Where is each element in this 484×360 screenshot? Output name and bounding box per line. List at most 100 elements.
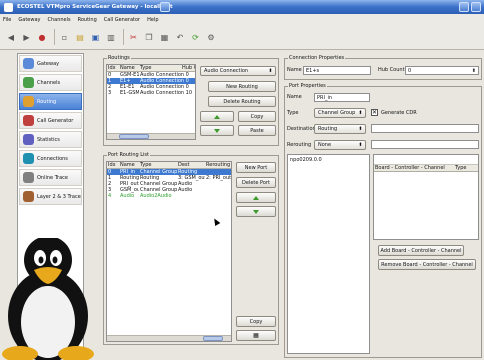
column-header[interactable]: Name: [119, 162, 139, 168]
port-move-up-button[interactable]: [236, 192, 276, 203]
layer-trace-icon: [23, 191, 34, 202]
column-header[interactable]: Rerouting: [205, 162, 231, 168]
sidebar-item-call-generator[interactable]: Call Generator: [19, 112, 82, 129]
arrow-down-icon: [214, 128, 220, 133]
generate-cdr-checkbox[interactable]: ✕: [371, 109, 378, 116]
save-icon[interactable]: ▣: [89, 30, 103, 44]
copy-port-button[interactable]: Copy: [236, 316, 276, 327]
add-board-button[interactable]: Add Board - Controller - Channel: [378, 245, 464, 256]
close-icon[interactable]: [471, 2, 481, 12]
table-cell: E1-GSM: [120, 90, 139, 96]
paste-port-button[interactable]: ▦: [236, 330, 276, 341]
stop-icon[interactable]: ●: [35, 30, 49, 44]
sidebar-item-statistics[interactable]: Statistics: [19, 131, 82, 148]
window-menu-icon[interactable]: [160, 2, 170, 12]
table-row[interactable]: 4 Audio Audio2Audio: [107, 193, 231, 199]
routing-type-combo[interactable]: Audio Connection ⬍: [200, 66, 276, 76]
combo-value: Routing: [318, 126, 338, 132]
sidebar-item-routing[interactable]: Routing: [19, 93, 82, 110]
scrollbar-thumb[interactable]: [119, 134, 149, 139]
undo-icon[interactable]: ↶: [173, 30, 187, 44]
menu-file[interactable]: File: [3, 17, 11, 23]
refresh-icon[interactable]: ⟳: [189, 30, 203, 44]
column-header[interactable]: Dest: [177, 162, 205, 168]
open-icon[interactable]: ▤: [73, 30, 87, 44]
menu-help[interactable]: Help: [147, 17, 158, 23]
port-type-combo[interactable]: Channel Group ⬍: [314, 108, 366, 118]
horizontal-scrollbar[interactable]: [107, 133, 195, 139]
new-routing-button[interactable]: New Routing: [208, 81, 276, 92]
connection-name-field[interactable]: E1+s: [303, 66, 371, 75]
table-header: Idx Name Type Dest Rerouting: [107, 162, 231, 169]
column-header[interactable]: Type: [139, 162, 177, 168]
new-port-button[interactable]: New Port: [236, 162, 276, 173]
table-cell: [177, 193, 205, 199]
toolbar: ◀ ▶ ● ▫ ▤ ▣ ▥ ✂ ❐ ▦ ↶ ⟳ ⚙: [0, 25, 484, 50]
move-up-button[interactable]: [200, 111, 234, 122]
board-controller-channel-table[interactable]: Board - Controller - Channel Type: [373, 154, 479, 240]
column-header[interactable]: Idx: [107, 65, 119, 71]
remove-board-button[interactable]: Remove Board - Controller - Channel: [378, 259, 476, 270]
menu-routing[interactable]: Routing: [78, 17, 97, 23]
table-row[interactable]: 3 E1-GSM Audio Connection 10: [107, 90, 195, 96]
delete-routing-button[interactable]: Delete Routing: [208, 96, 276, 107]
sidebar-item-connections[interactable]: Connections: [19, 150, 82, 167]
menu-channels[interactable]: Channels: [47, 17, 70, 23]
gateway-icon: [23, 58, 34, 69]
copy-routing-button[interactable]: Copy: [238, 111, 276, 122]
print-icon[interactable]: ▥: [104, 30, 118, 44]
port-routing-table[interactable]: Idx Name Type Dest Rerouting 0 PRI_in Ch…: [106, 161, 232, 342]
hub-count-label: Hub Count: [378, 67, 405, 73]
menu-gateway[interactable]: Gateway: [18, 17, 40, 23]
hub-count-stepper[interactable]: 0 ⬍: [405, 66, 479, 75]
call-generator-icon: [23, 115, 34, 126]
paste-icon: ▦: [253, 332, 259, 339]
port-move-down-button[interactable]: [236, 206, 276, 217]
minimize-icon[interactable]: [459, 2, 469, 12]
column-header[interactable]: Name: [119, 65, 139, 71]
sidebar-item-channels[interactable]: Channels: [19, 74, 82, 91]
column-header[interactable]: Board - Controller - Channel: [374, 165, 454, 171]
rerouting-combo[interactable]: None ⬍: [314, 140, 366, 150]
sidebar-item-layer-trace[interactable]: Layer 2 & 3 Trace: [19, 188, 82, 205]
connection-properties-title: Connection Properties: [288, 55, 346, 61]
dropdown-arrow-icon: ⬍: [358, 142, 363, 148]
table-cell: [205, 193, 231, 199]
port-text-area[interactable]: npo0209.0.0: [287, 154, 370, 354]
toolbar-separator: [53, 29, 55, 45]
delete-port-button[interactable]: Delete Port: [236, 177, 276, 188]
title-bar: ECOSTEL VTMpro ServiceGear Gateway - loc…: [0, 0, 484, 14]
app-icon: [4, 2, 13, 12]
sidebar-item-label: Connections: [37, 155, 68, 162]
toolbar-separator: [122, 29, 124, 45]
column-header[interactable]: Type: [139, 65, 181, 71]
settings-icon[interactable]: ⚙: [204, 30, 218, 44]
paste-icon[interactable]: ▦: [158, 30, 172, 44]
forward-icon[interactable]: ▶: [20, 30, 34, 44]
cut-icon[interactable]: ✂: [127, 30, 141, 44]
column-header[interactable]: Type: [454, 165, 478, 171]
column-header[interactable]: Idx: [107, 162, 119, 168]
horizontal-scrollbar[interactable]: [107, 335, 231, 341]
new-icon[interactable]: ▫: [58, 30, 72, 44]
column-header[interactable]: Hub C: [181, 65, 195, 71]
button-label: Copy: [249, 318, 263, 325]
sidebar-item-label: Routing: [37, 98, 57, 105]
routings-table[interactable]: Idx Name Type Hub C 0 GSM-E1 Audio Conne…: [106, 64, 196, 140]
move-down-button[interactable]: [200, 125, 234, 136]
back-icon[interactable]: ◀: [4, 30, 18, 44]
scrollbar-thumb[interactable]: [203, 336, 223, 341]
sidebar-item-online-trace[interactable]: Online Trace: [19, 169, 82, 186]
field-value: PRI_in: [317, 94, 333, 101]
online-trace-icon: [23, 172, 34, 183]
rerouting-extra-field[interactable]: [371, 140, 479, 149]
destination-extra-field[interactable]: [371, 124, 479, 133]
paste-routing-button[interactable]: Paste: [238, 125, 276, 136]
button-label: Paste: [250, 127, 264, 134]
copy-icon[interactable]: ❐: [142, 30, 156, 44]
destination-combo[interactable]: Routing ⬍: [314, 124, 366, 134]
menu-call-generator[interactable]: Call Generator: [104, 17, 140, 23]
table-cell: Audio: [120, 193, 135, 199]
sidebar-item-gateway[interactable]: Gateway: [19, 55, 82, 72]
port-name-field[interactable]: PRI_in: [314, 93, 370, 102]
